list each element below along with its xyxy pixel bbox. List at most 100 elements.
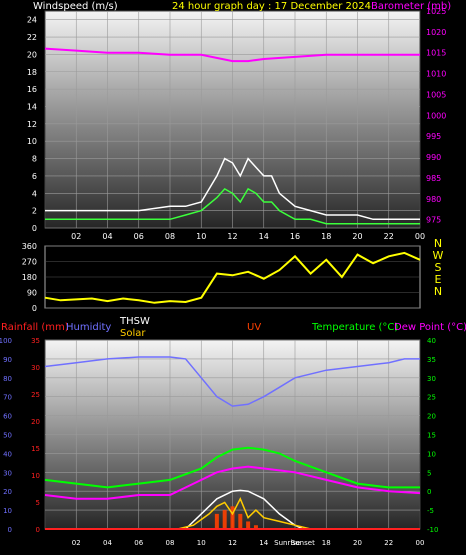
x-tick-label: 04: [103, 539, 112, 547]
wind-tick-label: 12: [27, 120, 37, 129]
solar-label: Solar: [120, 328, 146, 339]
barometer-tick-label: 980: [426, 195, 441, 204]
temp-panel: Rainfall (mm) Humidity THSW Solar UV Tem…: [0, 316, 466, 547]
rain-tick-label: 30: [31, 364, 40, 372]
temp-tick-label: -10: [427, 526, 438, 534]
x-tick-label: 20: [353, 539, 362, 547]
x-tick-label: 12: [228, 539, 237, 547]
wind-tick-label: 10: [27, 137, 37, 146]
temp-tick-label: 5: [427, 469, 431, 477]
humidity-label: Humidity: [66, 322, 111, 333]
temp-x-ticks: 02 04 06 08 10 12 14 SunriseSunset 18 20 22 00: [72, 539, 425, 547]
x-tick-label: 00: [415, 232, 425, 241]
windspeed-label: Windspeed (m/s): [33, 1, 118, 12]
humidity-tick-label: 70: [3, 394, 12, 402]
compass-label: N: [434, 285, 442, 298]
humidity-ticks: 0 10 20 30 40 50 60 70 80 90 100: [0, 337, 12, 534]
temp-tick-label: 20: [427, 413, 436, 421]
humidity-tick-label: 50: [3, 432, 12, 440]
chart-title: 24 hour graph day : 17 December 2024: [172, 1, 371, 12]
rain-tick-label: 25: [31, 391, 40, 399]
x-tick-label: 14: [259, 539, 268, 547]
x-tick-label: 06: [134, 539, 143, 547]
x-tick-label: Sunset: [291, 539, 315, 547]
barometer-tick-label: 1020: [426, 28, 446, 37]
direction-left-ticks: 0 90 180 270 360: [22, 242, 37, 313]
wind-right-ticks: 975980985990995100010051010101510201025: [426, 7, 446, 225]
rain-tick-label: 35: [31, 337, 40, 345]
rain-tick-label: 20: [31, 418, 40, 426]
wind-tick-label: 22: [27, 33, 37, 42]
temp-tick-label: -5: [427, 507, 434, 515]
direction-tick-label: 360: [22, 242, 37, 251]
barometer-tick-label: 1000: [426, 111, 446, 120]
wind-tick-label: 0: [32, 224, 37, 233]
barometer-tick-label: 995: [426, 132, 441, 141]
uv-bar: [214, 513, 219, 529]
x-tick-label: 08: [166, 539, 175, 547]
humidity-tick-label: 80: [3, 375, 12, 383]
x-tick-label: 10: [197, 539, 206, 547]
dewpoint-label: Dew Point (°C): [394, 322, 466, 333]
x-tick-label: 22: [384, 539, 393, 547]
temp-tick-label: 35: [427, 356, 436, 364]
x-tick-label: 14: [259, 232, 269, 241]
rain-ticks: 0 5 10 15 20 25 30 35: [31, 337, 40, 534]
uv-bar: [246, 521, 251, 529]
barometer-tick-label: 975: [426, 216, 441, 225]
wind-tick-label: 8: [32, 155, 37, 164]
wind-tick-label: 24: [27, 16, 37, 25]
humidity-tick-label: 90: [3, 356, 12, 364]
rain-tick-label: 0: [36, 526, 40, 534]
humidity-tick-label: 30: [3, 469, 12, 477]
temp-tick-label: 25: [427, 394, 436, 402]
rain-tick-label: 10: [31, 472, 40, 480]
wind-tick-label: 20: [27, 50, 37, 59]
barometer-tick-label: 1005: [426, 90, 446, 99]
temp-tick-label: 15: [427, 432, 436, 440]
x-tick-label: 20: [352, 232, 362, 241]
x-tick-label: 10: [196, 232, 206, 241]
x-tick-label: 18: [321, 232, 331, 241]
temp-tick-label: 30: [427, 375, 436, 383]
x-tick-label: 00: [416, 539, 425, 547]
humidity-tick-label: 0: [8, 526, 12, 534]
wind-tick-label: 6: [32, 172, 37, 181]
direction-tick-label: 90: [27, 289, 37, 298]
barometer-tick-label: 1015: [426, 49, 446, 58]
temp-ticks: -10 -5 0 5 10 15 20 25 30 35 40: [427, 337, 438, 534]
wind-tick-label: 16: [27, 85, 37, 94]
x-tick-label: 08: [165, 232, 175, 241]
thsw-label: THSW: [119, 316, 150, 327]
uv-label: UV: [247, 322, 261, 333]
barometer-tick-label: 990: [426, 153, 441, 162]
direction-tick-label: 270: [22, 258, 37, 267]
x-tick-label: 12: [227, 232, 237, 241]
x-tick-label: 22: [384, 232, 394, 241]
wind-tick-label: 18: [27, 68, 37, 77]
humidity-tick-label: 10: [3, 507, 12, 515]
x-tick-label: 04: [102, 232, 112, 241]
barometer-tick-label: 1010: [426, 70, 446, 79]
x-tick-label: 02: [72, 539, 81, 547]
wind-tick-label: 2: [32, 207, 37, 216]
x-tick-label: 18: [322, 539, 331, 547]
humidity-tick-label: 60: [3, 413, 12, 421]
temp-tick-label: 40: [427, 337, 436, 345]
barometer-tick-label: 985: [426, 174, 441, 183]
x-tick-label: 06: [134, 232, 144, 241]
weather-chart: 024681012141618202224 975980985990995100…: [0, 1, 466, 547]
rain-tick-label: 15: [31, 445, 40, 453]
rainfall-label: Rainfall (mm): [1, 322, 69, 333]
direction-panel: 0 90 180 270 360 NWSEN: [22, 237, 444, 313]
direction-compass: NWSEN: [433, 237, 444, 298]
temperature-label: Temperature (°C): [311, 322, 398, 333]
uv-bar: [222, 510, 227, 529]
x-tick-label: 16: [290, 232, 300, 241]
temp-tick-label: 10: [427, 450, 436, 458]
x-tick-label: 02: [71, 232, 81, 241]
wind-tick-label: 4: [32, 189, 37, 198]
rain-tick-label: 5: [36, 499, 40, 507]
barometer-label: Barometer (mb): [371, 1, 451, 12]
wind-left-ticks: 024681012141618202224: [27, 16, 37, 233]
